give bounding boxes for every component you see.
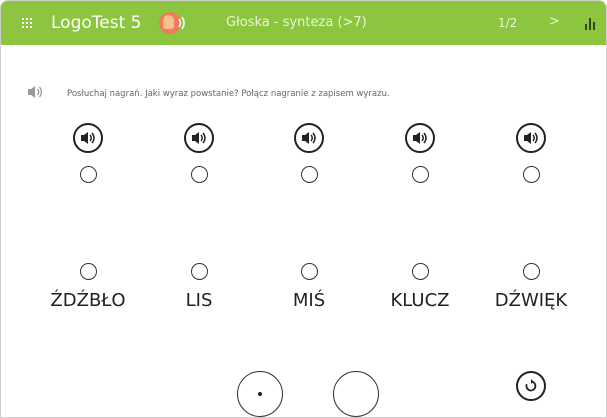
reset-button[interactable] <box>516 371 546 401</box>
word-4-connector[interactable] <box>412 263 429 280</box>
grid-menu-icon[interactable] <box>22 18 32 28</box>
recording-4-play-button[interactable] <box>405 123 435 153</box>
speaker-icon[interactable] <box>27 85 45 99</box>
word-2-connector[interactable] <box>191 263 208 280</box>
word-label-3: MIŚ <box>292 290 326 311</box>
top-bar: LogoTest 5 Głoska - synteza (>7) 1/2 > <box>1 1 606 45</box>
recording-2-play-button[interactable] <box>184 123 214 153</box>
app-window: LogoTest 5 Głoska - synteza (>7) 1/2 > P… <box>0 0 607 418</box>
recording-2-connector[interactable] <box>191 166 208 183</box>
speaker-icon <box>524 132 538 144</box>
speaker-icon <box>302 132 316 144</box>
dot-circle-button[interactable] <box>237 371 283 417</box>
recording-3-play-button[interactable] <box>294 123 324 153</box>
speaker-icon <box>81 132 95 144</box>
word-3-connector[interactable] <box>301 263 318 280</box>
logo-icon <box>159 12 185 34</box>
recording-1-connector[interactable] <box>80 166 97 183</box>
word-label-4: KLUCZ <box>390 290 450 311</box>
app-title: LogoTest 5 <box>51 13 142 33</box>
recording-5-play-button[interactable] <box>516 123 546 153</box>
exercise-title: Głoska - synteza (>7) <box>226 15 367 30</box>
stats-icon[interactable] <box>585 18 597 30</box>
speaker-icon <box>413 132 427 144</box>
dot-icon <box>258 392 262 396</box>
recording-5-connector[interactable] <box>523 166 540 183</box>
word-label-1: ŹDŹBŁO <box>50 290 126 311</box>
speaker-icon <box>192 132 206 144</box>
reset-icon <box>525 379 537 392</box>
recording-3-connector[interactable] <box>301 166 318 183</box>
recording-4-connector[interactable] <box>412 166 429 183</box>
word-5-connector[interactable] <box>523 263 540 280</box>
word-1-connector[interactable] <box>80 263 97 280</box>
next-button[interactable]: > <box>549 14 560 30</box>
page-counter: 1/2 <box>498 16 518 30</box>
instruction-text: Posłuchaj nagrań. Jaki wyraz powstanie? … <box>67 89 390 99</box>
recording-1-play-button[interactable] <box>73 123 103 153</box>
word-label-5: DŹWIĘK <box>494 290 568 311</box>
word-label-2: LIS <box>185 290 213 311</box>
empty-circle-button[interactable] <box>333 371 379 417</box>
